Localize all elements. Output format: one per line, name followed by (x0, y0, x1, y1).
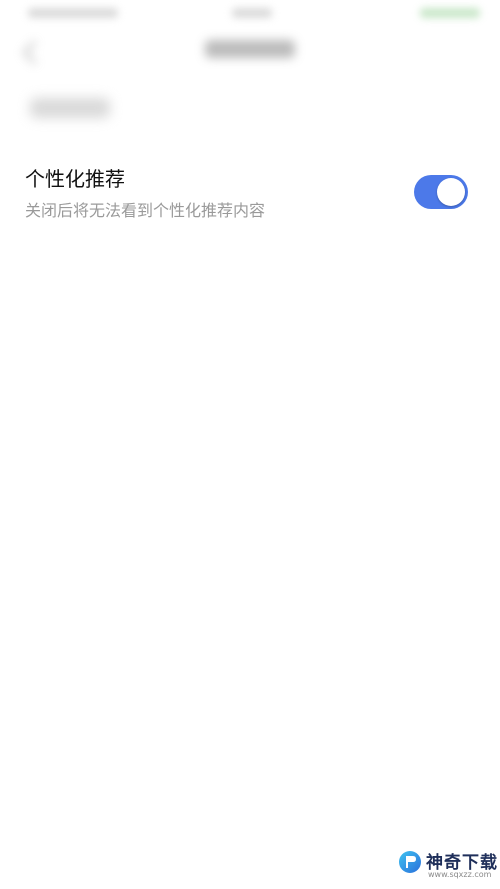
setting-title: 个性化推荐 (25, 167, 125, 191)
screen: 个性化推荐 关闭后将无法看到个性化推荐内容 神奇下载 www.sqxzz.com (0, 0, 500, 889)
watermark-url: www.sqxzz.com (428, 870, 492, 879)
watermark: 神奇下载 www.sqxzz.com (394, 846, 498, 886)
status-bar-time (232, 8, 272, 18)
back-arrow-icon[interactable] (22, 40, 47, 65)
battery-icon (420, 8, 480, 18)
watermark-logo-icon (399, 851, 421, 873)
personalized-recommendation-row: 个性化推荐 关闭后将无法看到个性化推荐内容 (0, 150, 500, 240)
setting-description: 关闭后将无法看到个性化推荐内容 (25, 201, 266, 220)
nav-bar (0, 28, 500, 76)
page-title (205, 40, 295, 58)
status-bar (0, 0, 500, 28)
personalized-recommendation-toggle[interactable] (414, 175, 468, 209)
toggle-knob (437, 178, 465, 206)
section-header (30, 98, 110, 118)
status-bar-carrier (28, 8, 118, 18)
